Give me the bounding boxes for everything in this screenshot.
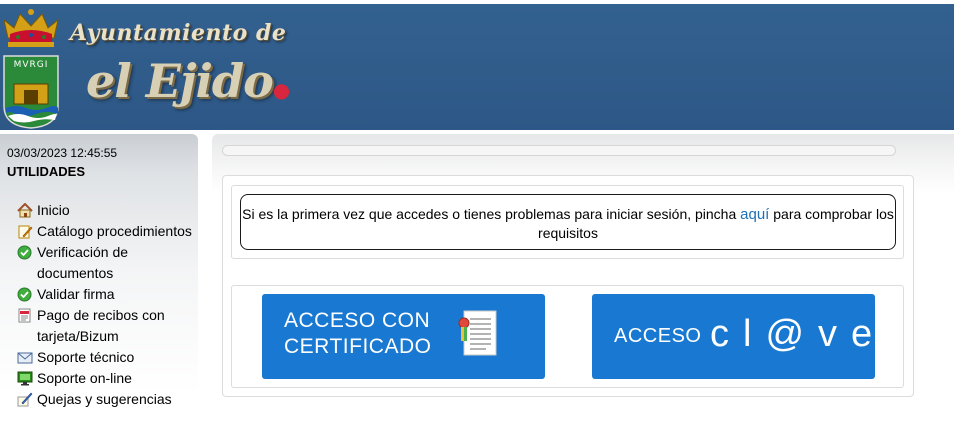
home-icon <box>17 203 33 218</box>
monitor-icon <box>17 371 33 386</box>
sidebar-item-soporte-tecnico[interactable]: Soporte técnico <box>17 347 197 368</box>
sidebar-item-label: Catálogo procedimientos <box>37 223 192 239</box>
current-datetime: 03/03/2023 12:45:55 <box>7 146 118 160</box>
org-title: Ayuntamiento de <box>70 20 287 46</box>
crest-motto: MVRGI <box>13 60 49 70</box>
pencil-document-icon <box>18 225 33 239</box>
certificate-access-button[interactable]: ACCESO CON CERTIFICADO <box>262 294 545 379</box>
progress-bar <box>222 145 896 156</box>
sidebar-item-pago-recibos[interactable]: Pago de recibos con tarjeta/Bizum <box>17 305 197 347</box>
site-header: MVRGI Ayuntamiento de el Ejido● <box>0 4 954 130</box>
sidebar-item-soporte-online[interactable]: Soporte on-line <box>17 368 197 389</box>
sidebar-item-validar-firma[interactable]: Validar firma <box>17 284 197 305</box>
sidebar-item-label: Inicio <box>37 202 70 218</box>
sidebar-item-label: Soporte técnico <box>37 349 135 365</box>
sidebar-item-label: Soporte on-line <box>37 370 132 386</box>
sidebar-item-label: Validar firma <box>37 286 115 302</box>
city-name: el Ejido <box>86 54 274 108</box>
mail-icon <box>17 352 33 364</box>
sidebar-section-title: UTILIDADES <box>7 164 85 179</box>
clave-button-prefix: ACCESO <box>614 325 702 347</box>
certificate-document-icon <box>458 310 497 356</box>
utilities-menu: Inicio Catálogo procedimientos Verificac… <box>17 200 197 410</box>
city-logo: el Ejido● <box>86 54 290 108</box>
receipt-icon <box>18 308 31 323</box>
clave-access-button[interactable]: ACCESO cl@ve <box>592 294 875 379</box>
quill-icon <box>17 392 33 407</box>
sidebar-item-quejas[interactable]: Quejas y sugerencias <box>17 389 197 410</box>
requirements-link[interactable]: aquí <box>740 206 769 223</box>
sidebar-item-label: Pago de recibos con tarjeta/Bizum <box>37 307 165 344</box>
logo-dot-icon: ● <box>272 78 290 102</box>
certificate-line2: CERTIFICADO <box>284 335 432 358</box>
certificate-line1: ACCESO CON <box>284 309 431 332</box>
clave-logo-text: cl@ve <box>710 313 875 355</box>
sidebar-item-verificacion[interactable]: Verificación de documentos <box>17 242 197 284</box>
requirements-notice: Si es la primera vez que accedes o tiene… <box>240 194 896 250</box>
certificate-button-label: ACCESO CON CERTIFICADO <box>284 308 431 360</box>
sidebar: 03/03/2023 12:45:55 UTILIDADES Inicio Ca… <box>0 134 198 436</box>
sidebar-item-label: Verificación de documentos <box>37 244 129 281</box>
sidebar-item-catalogo[interactable]: Catálogo procedimientos <box>17 221 197 242</box>
check-circle-icon <box>17 245 32 260</box>
notice-text-before: Si es la primera vez que accedes o tiene… <box>242 206 741 222</box>
sidebar-item-inicio[interactable]: Inicio <box>17 200 197 221</box>
sidebar-item-label: Quejas y sugerencias <box>37 391 172 407</box>
check-circle-icon <box>17 287 32 302</box>
